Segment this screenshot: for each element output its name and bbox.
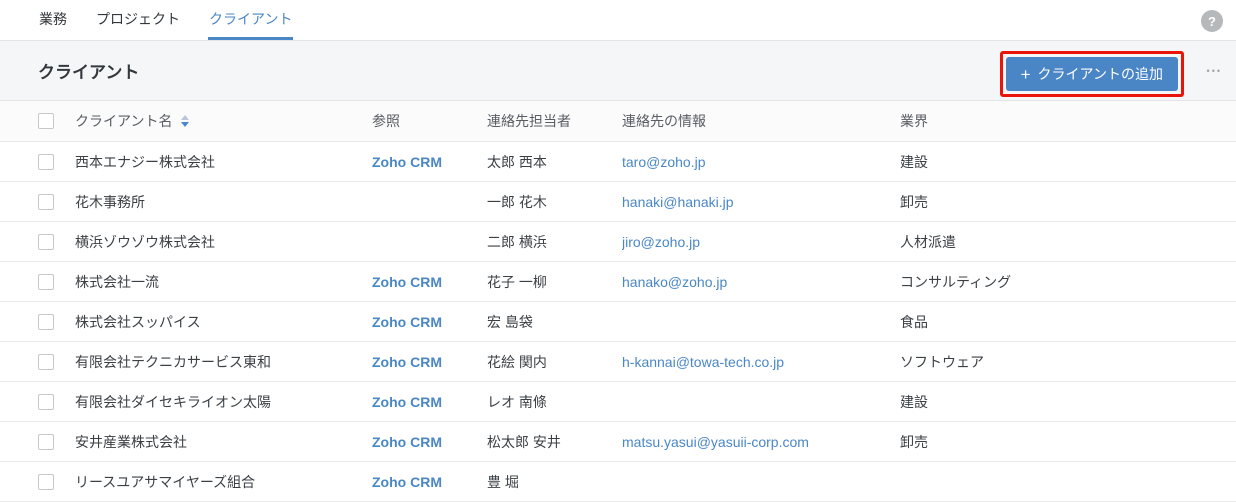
table-row[interactable]: 横浜ゾウゾウ株式会社 二郎 横浜 jiro@zoho.jp 人材派遣 (0, 222, 1236, 262)
reference-link[interactable]: Zoho CRM (372, 394, 442, 410)
row-checkbox[interactable] (38, 433, 54, 450)
contact-person: 豊 堀 (487, 473, 519, 490)
reference-link[interactable]: Zoho CRM (372, 434, 442, 450)
contact-person: レオ 南條 (487, 393, 547, 410)
tab-group: 業務 プロジェクト クライアント (38, 0, 294, 40)
contact-email-link[interactable]: taro@zoho.jp (622, 154, 705, 170)
reference-link[interactable]: Zoho CRM (372, 154, 442, 170)
contact-email-link[interactable]: matsu.yasui@yasuii-corp.com (622, 434, 809, 450)
select-all-checkbox[interactable] (38, 113, 54, 129)
industry: 建設 (900, 393, 928, 410)
client-name: 有限会社ダイセキライオン太陽 (75, 393, 271, 410)
table-row[interactable]: 株式会社スッパイス Zoho CRM 宏 島袋 食品 (0, 302, 1236, 342)
contact-person: 花子 一柳 (487, 273, 547, 290)
page-title: クライアント (38, 63, 140, 82)
table-row[interactable]: リースユアサマイヤーズ組合 Zoho CRM 豊 堀 (0, 462, 1236, 502)
row-checkbox[interactable] (38, 473, 54, 490)
client-name: 株式会社スッパイス (75, 313, 201, 330)
row-checkbox[interactable] (38, 233, 54, 250)
contact-email-link[interactable]: hanako@zoho.jp (622, 274, 727, 290)
row-checkbox[interactable] (38, 393, 54, 410)
industry: 食品 (900, 313, 928, 330)
reference-link[interactable]: Zoho CRM (372, 274, 442, 290)
contact-email-link[interactable]: h-kannai@towa-tech.co.jp (622, 354, 784, 370)
tab-tasks[interactable]: 業務 (38, 0, 68, 40)
table-row[interactable]: 花木事務所 一郎 花木 hanaki@hanaki.jp 卸売 (0, 182, 1236, 222)
contact-person: 一郎 花木 (487, 193, 547, 210)
top-tab-bar: 業務 プロジェクト クライアント ? (0, 0, 1236, 41)
industry: 卸売 (900, 193, 928, 210)
client-name: 西本エナジー株式会社 (75, 153, 215, 170)
table-row[interactable]: 株式会社一流 Zoho CRM 花子 一柳 hanako@zoho.jp コンサ… (0, 262, 1236, 302)
tab-clients[interactable]: クライアント (208, 0, 294, 40)
client-name: 安井産業株式会社 (75, 433, 187, 450)
plus-icon: + (1020, 64, 1031, 84)
clients-table: クライアント名 参照 連絡先担当者 連絡先の情報 業界 西本エナジー株式会社 Z… (0, 101, 1236, 502)
table-row[interactable]: 有限会社ダイセキライオン太陽 Zoho CRM レオ 南條 建設 (0, 382, 1236, 422)
table-row[interactable]: 西本エナジー株式会社 Zoho CRM 太郎 西本 taro@zoho.jp 建… (0, 142, 1236, 182)
reference-link[interactable]: Zoho CRM (372, 314, 442, 330)
reference-link[interactable]: Zoho CRM (372, 474, 442, 490)
table-body: 西本エナジー株式会社 Zoho CRM 太郎 西本 taro@zoho.jp 建… (0, 142, 1236, 502)
client-name: リースユアサマイヤーズ組合 (75, 473, 256, 490)
contact-email-link[interactable]: jiro@zoho.jp (622, 234, 700, 250)
column-header-reference: 参照 (372, 113, 400, 129)
sort-icon[interactable] (181, 115, 190, 127)
contact-person: 太郎 西本 (487, 153, 547, 170)
contact-person: 花絵 関内 (487, 353, 547, 370)
contact-person: 宏 島袋 (487, 313, 533, 330)
row-checkbox[interactable] (38, 193, 54, 210)
row-checkbox[interactable] (38, 313, 54, 330)
table-row[interactable]: 有限会社テクニカサービス東和 Zoho CRM 花絵 関内 h-kannai@t… (0, 342, 1236, 382)
row-checkbox[interactable] (38, 353, 54, 370)
red-highlight-annotation: + クライアントの追加 (999, 51, 1184, 97)
row-checkbox[interactable] (38, 153, 54, 170)
table-header-row: クライアント名 参照 連絡先担当者 連絡先の情報 業界 (0, 101, 1236, 142)
industry: 卸売 (900, 433, 928, 450)
column-header-contact-info: 連絡先の情報 (622, 113, 706, 129)
industry: 建設 (900, 153, 928, 170)
industry: 人材派遣 (900, 233, 956, 250)
more-options-icon[interactable]: ••• (1207, 66, 1222, 76)
add-client-button-label: クライアントの追加 (1037, 66, 1163, 82)
column-header-industry: 業界 (900, 113, 928, 129)
column-header-client-name: クライアント名 (75, 113, 173, 129)
add-client-button[interactable]: + クライアントの追加 (1005, 57, 1178, 91)
page-header-band: クライアント + クライアントの追加 ••• (0, 41, 1236, 101)
contact-person: 二郎 横浜 (487, 233, 547, 250)
client-name: 有限会社テクニカサービス東和 (75, 353, 271, 370)
table-row[interactable]: 安井産業株式会社 Zoho CRM 松太郎 安井 matsu.yasui@yas… (0, 422, 1236, 462)
client-name: 花木事務所 (75, 193, 145, 210)
client-name: 株式会社一流 (75, 273, 159, 290)
row-checkbox[interactable] (38, 273, 54, 290)
reference-link[interactable]: Zoho CRM (372, 354, 442, 370)
industry: ソフトウェア (900, 353, 984, 370)
contact-email-link[interactable]: hanaki@hanaki.jp (622, 194, 734, 210)
tab-projects[interactable]: プロジェクト (95, 0, 181, 40)
industry: コンサルティング (900, 273, 1012, 290)
column-header-contact-person: 連絡先担当者 (487, 113, 571, 129)
help-icon[interactable]: ? (1201, 10, 1223, 32)
contact-person: 松太郎 安井 (487, 433, 561, 450)
client-name: 横浜ゾウゾウ株式会社 (75, 233, 215, 250)
